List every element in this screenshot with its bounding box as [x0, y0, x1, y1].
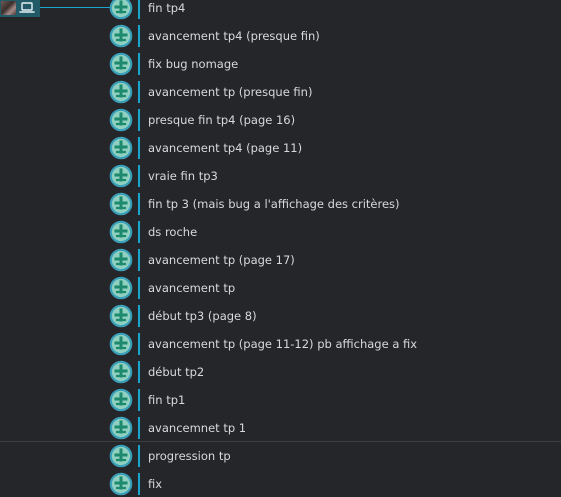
commit-row[interactable]: avancement tp (presque fin) — [0, 78, 561, 106]
commit-message: fix bug nomage — [148, 57, 239, 71]
commit-node-icon[interactable] — [109, 416, 133, 440]
commit-node-icon[interactable] — [109, 136, 133, 160]
lane-indicator — [138, 53, 140, 75]
commit-row[interactable]: ds roche — [0, 218, 561, 246]
commit-node-icon[interactable] — [109, 248, 133, 272]
commit-node-icon[interactable] — [109, 388, 133, 412]
lane-indicator — [138, 473, 140, 495]
commit-message: début tp2 — [148, 365, 205, 379]
row-separator — [0, 441, 561, 442]
lane-indicator — [138, 25, 140, 47]
commit-graph: fin tp4 avancement tp4 (presque fin) fix… — [0, 0, 561, 497]
commit-message: presque fin tp4 (page 16) — [148, 113, 296, 127]
commit-row[interactable]: fin tp 3 (mais bug a l'affichage des cri… — [0, 190, 561, 218]
commit-node-icon[interactable] — [109, 220, 133, 244]
commit-node-icon[interactable] — [109, 304, 133, 328]
lane-indicator — [138, 361, 140, 383]
lane-indicator — [138, 445, 140, 467]
commit-row[interactable]: fix bug nomage — [0, 50, 561, 78]
commit-row[interactable]: avancement tp4 (presque fin) — [0, 22, 561, 50]
commit-node-icon[interactable] — [109, 108, 133, 132]
commit-row[interactable]: fin tp4 — [0, 0, 561, 22]
commit-row[interactable]: fin tp1 — [0, 386, 561, 414]
commit-node-icon[interactable] — [109, 276, 133, 300]
commit-message: avancement tp (presque fin) — [148, 85, 313, 99]
lane-indicator — [138, 249, 140, 271]
lane-indicator — [138, 165, 140, 187]
commit-node-icon[interactable] — [109, 360, 133, 384]
lane-indicator — [138, 0, 140, 19]
commit-node-icon[interactable] — [109, 472, 133, 496]
commit-row[interactable]: fix — [0, 470, 561, 497]
commit-node-icon[interactable] — [109, 164, 133, 188]
lane-indicator — [138, 389, 140, 411]
lane-indicator — [138, 81, 140, 103]
commit-row[interactable]: avancemnet tp 1 — [0, 414, 561, 442]
commit-message: vraie fin tp3 — [148, 169, 218, 183]
commit-node-icon[interactable] — [109, 52, 133, 76]
lane-indicator — [138, 333, 140, 355]
commit-message: ds roche — [148, 225, 198, 239]
lane-indicator — [138, 221, 140, 243]
commit-message: avancement tp4 (page 11) — [148, 141, 303, 155]
commit-node-icon[interactable] — [109, 192, 133, 216]
commit-row[interactable]: début tp2 — [0, 358, 561, 386]
lane-indicator — [138, 417, 140, 439]
lane-indicator — [138, 109, 140, 131]
commit-row[interactable]: avancement tp (page 17) — [0, 246, 561, 274]
commit-message: fin tp 3 (mais bug a l'affichage des cri… — [148, 197, 400, 211]
lane-indicator — [138, 137, 140, 159]
commit-node-icon[interactable] — [109, 80, 133, 104]
commit-row[interactable]: avancement tp4 (page 11) — [0, 134, 561, 162]
commit-message: avancement tp (page 11-12) pb affichage … — [148, 337, 418, 351]
commit-row[interactable]: progression tp — [0, 442, 561, 470]
commit-node-icon[interactable] — [109, 0, 133, 20]
lane-indicator — [138, 277, 140, 299]
commit-row[interactable]: vraie fin tp3 — [0, 162, 561, 190]
commit-message: avancement tp4 (presque fin) — [148, 29, 320, 43]
lane-indicator — [138, 193, 140, 215]
commit-message: avancement tp (page 17) — [148, 253, 295, 267]
commit-row[interactable]: avancement tp (page 11-12) pb affichage … — [0, 330, 561, 358]
commit-message: début tp3 (page 8) — [148, 309, 257, 323]
commit-message: fin tp1 — [148, 393, 186, 407]
commit-node-icon[interactable] — [109, 24, 133, 48]
commit-message: avancement tp — [148, 281, 236, 295]
commit-node-icon[interactable] — [109, 332, 133, 356]
commit-row[interactable]: presque fin tp4 (page 16) — [0, 106, 561, 134]
commit-row[interactable]: début tp3 (page 8) — [0, 302, 561, 330]
commit-message: fix — [148, 477, 163, 491]
commit-message: progression tp — [148, 449, 231, 463]
commit-row[interactable]: avancement tp — [0, 274, 561, 302]
commit-message: fin tp4 — [148, 1, 186, 15]
lane-indicator — [138, 305, 140, 327]
commit-node-icon[interactable] — [109, 444, 133, 468]
commit-message: avancemnet tp 1 — [148, 421, 247, 435]
